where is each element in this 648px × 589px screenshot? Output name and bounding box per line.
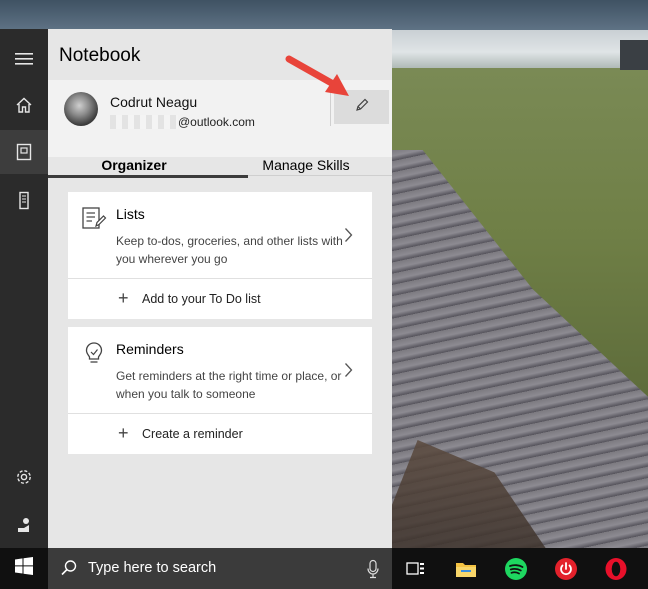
plus-icon: + [118, 423, 129, 443]
home-icon[interactable] [0, 83, 48, 127]
notebook-icon[interactable] [0, 130, 48, 174]
settings-icon[interactable] [0, 455, 48, 499]
feedback-icon[interactable] [0, 503, 48, 547]
add-to-do-list-button[interactable]: + Add to your To Do list [68, 279, 372, 319]
file-explorer-icon[interactable] [442, 548, 490, 589]
cortana-rail [0, 29, 48, 548]
card-title: Lists [116, 206, 145, 222]
avatar [64, 92, 98, 126]
email-redaction [110, 115, 178, 129]
lightbulb-icon [81, 340, 107, 366]
task-view-icon[interactable] [392, 548, 440, 589]
pencil-icon [354, 97, 370, 118]
hamburger-icon[interactable] [0, 37, 48, 81]
chevron-right-icon [344, 362, 353, 383]
search-icon [60, 559, 78, 582]
microphone-icon[interactable] [366, 559, 380, 584]
lists-card-header[interactable]: Lists Keep to-dos, groceries, and other … [68, 192, 372, 279]
user-name: Codrut Neagu [110, 94, 198, 110]
create-reminder-button[interactable]: + Create a reminder [68, 414, 372, 454]
wallpaper-hut [620, 40, 648, 70]
page-title: Notebook [59, 45, 141, 66]
user-email: @outlook.com [178, 115, 255, 129]
taskbar: Type here to search [0, 548, 648, 589]
action-label: Create a reminder [142, 427, 243, 441]
search-input[interactable]: Type here to search [88, 560, 216, 576]
card-title: Reminders [116, 341, 184, 357]
lists-card: Lists Keep to-dos, groceries, and other … [68, 192, 372, 319]
chevron-right-icon [344, 227, 353, 248]
notebook-panel: Notebook Codrut Neagu @outlook.com Organ… [48, 29, 392, 548]
spotify-icon[interactable] [492, 548, 540, 589]
card-description: Get reminders at the right time or place… [116, 369, 342, 401]
search-box[interactable]: Type here to search [48, 548, 392, 589]
list-icon [81, 205, 107, 231]
opera-icon[interactable] [592, 548, 640, 589]
device-icon[interactable] [0, 179, 48, 223]
card-description: Keep to-dos, groceries, and other lists … [116, 234, 343, 266]
start-button[interactable] [0, 548, 48, 589]
reminders-card-header[interactable]: Reminders Get reminders at the right tim… [68, 327, 372, 414]
annotation-arrow [285, 55, 349, 96]
plus-icon: + [118, 288, 129, 308]
active-tab-indicator [48, 175, 248, 178]
wallpaper-mist [392, 30, 648, 70]
power-icon[interactable] [542, 548, 590, 589]
reminders-card: Reminders Get reminders at the right tim… [68, 327, 372, 454]
windows-logo-icon [15, 557, 33, 580]
action-label: Add to your To Do list [142, 292, 261, 306]
